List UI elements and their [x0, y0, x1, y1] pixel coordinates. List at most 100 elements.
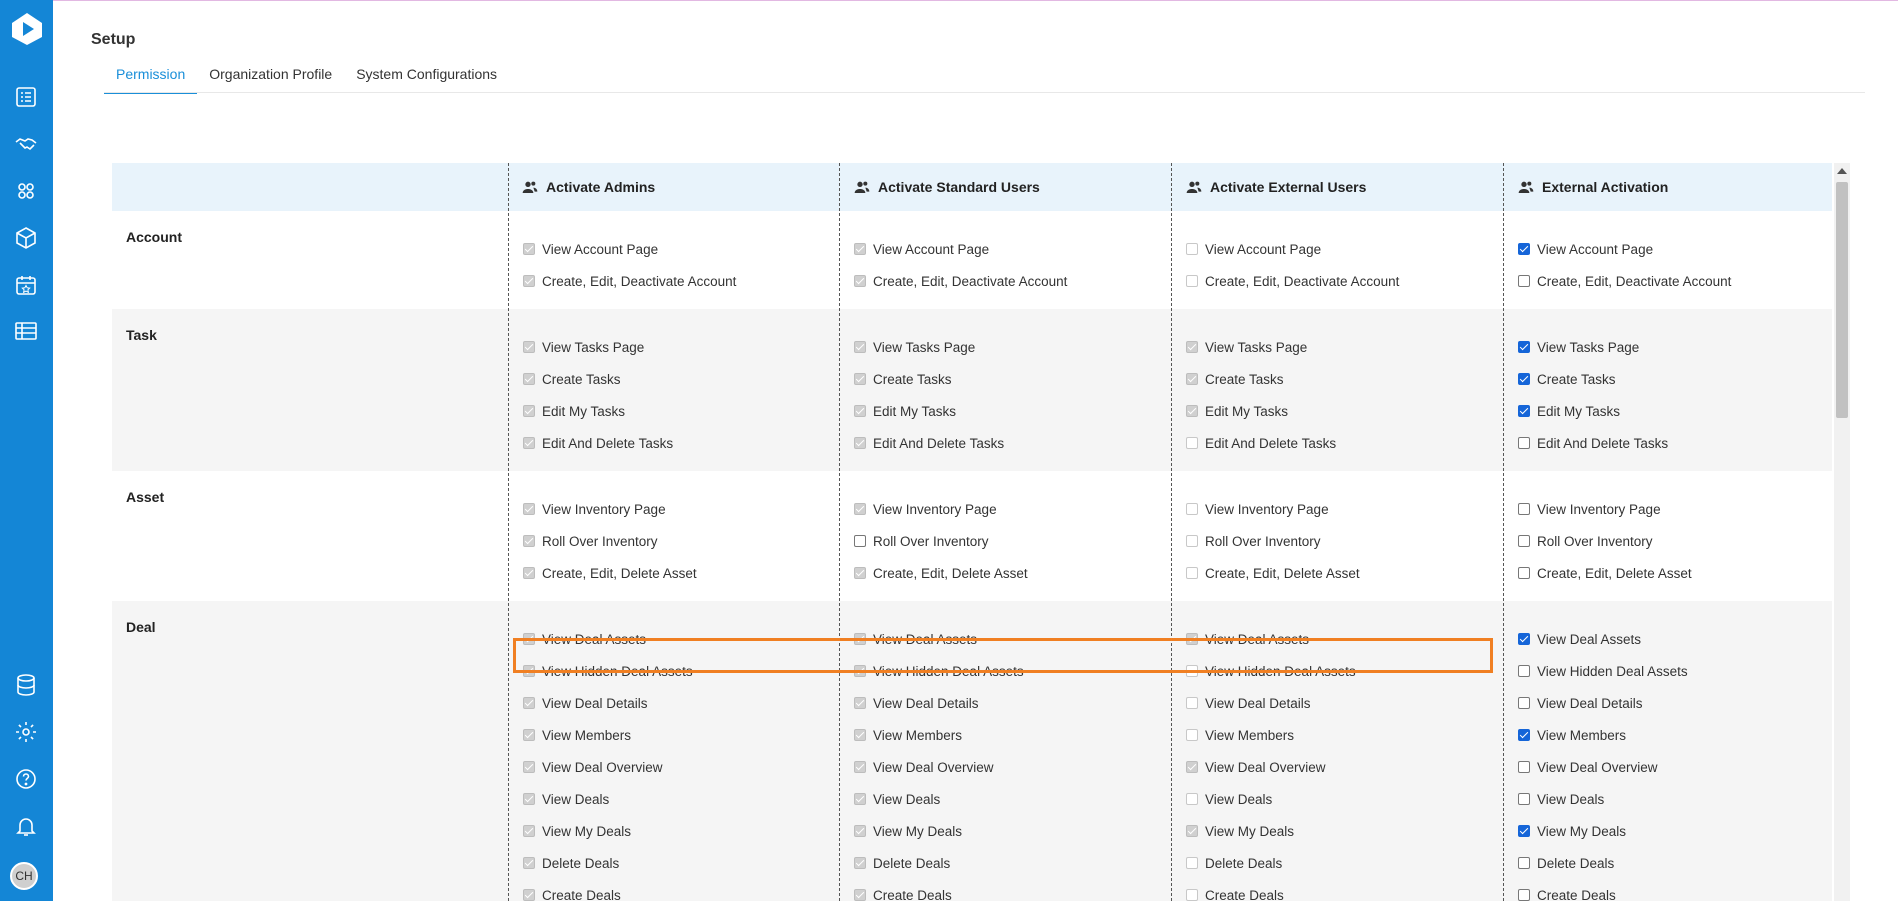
tab-system-configurations[interactable]: System Configurations: [344, 64, 509, 92]
permission-item[interactable]: View Account Page: [1186, 233, 1399, 265]
permission-checkbox[interactable]: [523, 437, 535, 449]
permission-item[interactable]: View My Deals: [854, 815, 1024, 847]
notifications-bell-icon[interactable]: [13, 813, 39, 839]
permission-item[interactable]: View Deal Assets: [1186, 623, 1356, 655]
permission-checkbox[interactable]: [1518, 793, 1530, 805]
app-logo-icon[interactable]: [9, 11, 45, 47]
permission-checkbox[interactable]: [523, 567, 535, 579]
permission-item[interactable]: Create Deals: [854, 879, 1024, 901]
permission-checkbox[interactable]: [1186, 825, 1198, 837]
permission-checkbox[interactable]: [523, 857, 535, 869]
permission-item[interactable]: View Deal Assets: [523, 623, 693, 655]
permission-checkbox[interactable]: [1518, 243, 1530, 255]
permission-checkbox[interactable]: [1518, 405, 1530, 417]
permission-item[interactable]: View Tasks Page: [854, 331, 1004, 363]
permission-checkbox[interactable]: [1518, 341, 1530, 353]
permission-checkbox[interactable]: [854, 889, 866, 901]
settings-gear-icon[interactable]: [13, 719, 39, 745]
permission-checkbox[interactable]: [854, 633, 866, 645]
permission-item[interactable]: View Account Page: [523, 233, 736, 265]
permission-checkbox[interactable]: [1186, 437, 1198, 449]
permission-checkbox[interactable]: [1186, 243, 1198, 255]
permission-checkbox[interactable]: [523, 535, 535, 547]
permission-checkbox[interactable]: [1186, 857, 1198, 869]
permission-checkbox[interactable]: [1518, 697, 1530, 709]
permission-item[interactable]: Delete Deals: [1186, 847, 1356, 879]
permission-item[interactable]: View Hidden Deal Assets: [1186, 655, 1356, 687]
permission-item[interactable]: View Hidden Deal Assets: [1518, 655, 1688, 687]
permission-checkbox[interactable]: [1186, 275, 1198, 287]
permission-item[interactable]: Create Tasks: [854, 363, 1004, 395]
permission-item[interactable]: Delete Deals: [1518, 847, 1688, 879]
permission-item[interactable]: Roll Over Inventory: [523, 525, 697, 557]
permission-item[interactable]: View Tasks Page: [523, 331, 673, 363]
permission-item[interactable]: Edit My Tasks: [523, 395, 673, 427]
permission-checkbox[interactable]: [854, 567, 866, 579]
permission-item[interactable]: View Inventory Page: [854, 493, 1028, 525]
permission-checkbox[interactable]: [1518, 825, 1530, 837]
permission-item[interactable]: Create, Edit, Delete Asset: [854, 557, 1028, 589]
permission-item[interactable]: View Deal Overview: [1518, 751, 1688, 783]
scrollbar-thumb[interactable]: [1836, 182, 1848, 418]
permission-checkbox[interactable]: [1186, 535, 1198, 547]
permission-checkbox[interactable]: [1186, 793, 1198, 805]
permission-checkbox[interactable]: [854, 341, 866, 353]
permission-item[interactable]: View Members: [523, 719, 693, 751]
permission-item[interactable]: View Inventory Page: [523, 493, 697, 525]
permission-checkbox[interactable]: [1186, 503, 1198, 515]
permission-checkbox[interactable]: [523, 793, 535, 805]
permission-checkbox[interactable]: [854, 535, 866, 547]
calendar-star-icon[interactable]: [13, 272, 39, 298]
permission-item[interactable]: Edit And Delete Tasks: [1186, 427, 1336, 459]
permission-checkbox[interactable]: [1186, 405, 1198, 417]
permission-item[interactable]: View Tasks Page: [1186, 331, 1336, 363]
permission-checkbox[interactable]: [1518, 373, 1530, 385]
permission-checkbox[interactable]: [1186, 341, 1198, 353]
permission-checkbox[interactable]: [523, 633, 535, 645]
permission-checkbox[interactable]: [523, 275, 535, 287]
permission-checkbox[interactable]: [854, 405, 866, 417]
permission-checkbox[interactable]: [854, 857, 866, 869]
permission-checkbox[interactable]: [1518, 761, 1530, 773]
tab-organization-profile[interactable]: Organization Profile: [197, 64, 344, 92]
permission-item[interactable]: Create Deals: [1518, 879, 1688, 901]
permission-item[interactable]: View Members: [1518, 719, 1688, 751]
permission-item[interactable]: View Deals: [854, 783, 1024, 815]
permission-item[interactable]: Roll Over Inventory: [854, 525, 1028, 557]
permission-item[interactable]: Create, Edit, Delete Asset: [1518, 557, 1692, 589]
permission-item[interactable]: Edit My Tasks: [1518, 395, 1668, 427]
permission-checkbox[interactable]: [854, 373, 866, 385]
permission-item[interactable]: View Members: [1186, 719, 1356, 751]
permission-item[interactable]: View Deal Details: [1186, 687, 1356, 719]
permission-checkbox[interactable]: [1518, 857, 1530, 869]
permission-item[interactable]: Edit And Delete Tasks: [1518, 427, 1668, 459]
permission-checkbox[interactable]: [523, 697, 535, 709]
deals-handshake-icon[interactable]: [13, 131, 39, 157]
permission-item[interactable]: View Deals: [1186, 783, 1356, 815]
permission-item[interactable]: View Deal Assets: [854, 623, 1024, 655]
permission-checkbox[interactable]: [854, 275, 866, 287]
permission-checkbox[interactable]: [1518, 567, 1530, 579]
permission-item[interactable]: Delete Deals: [854, 847, 1024, 879]
permission-item[interactable]: Edit And Delete Tasks: [523, 427, 673, 459]
help-icon[interactable]: [13, 766, 39, 792]
permission-item[interactable]: View Deal Details: [1518, 687, 1688, 719]
inventory-box-icon[interactable]: [13, 225, 39, 251]
permission-checkbox[interactable]: [854, 793, 866, 805]
permission-checkbox[interactable]: [1186, 633, 1198, 645]
permission-checkbox[interactable]: [1518, 437, 1530, 449]
permission-item[interactable]: View Hidden Deal Assets: [523, 655, 693, 687]
permission-checkbox[interactable]: [523, 503, 535, 515]
tab-permission[interactable]: Permission: [104, 64, 198, 94]
permission-checkbox[interactable]: [523, 761, 535, 773]
permission-item[interactable]: View Inventory Page: [1186, 493, 1360, 525]
permission-item[interactable]: Create Deals: [523, 879, 693, 901]
permission-item[interactable]: View Deal Overview: [1186, 751, 1356, 783]
permission-item[interactable]: View My Deals: [1186, 815, 1356, 847]
permission-checkbox[interactable]: [1518, 535, 1530, 547]
permission-item[interactable]: Edit My Tasks: [1186, 395, 1336, 427]
permission-checkbox[interactable]: [1186, 729, 1198, 741]
permission-checkbox[interactable]: [1518, 665, 1530, 677]
permission-item[interactable]: View Deal Details: [523, 687, 693, 719]
permission-item[interactable]: Roll Over Inventory: [1518, 525, 1692, 557]
